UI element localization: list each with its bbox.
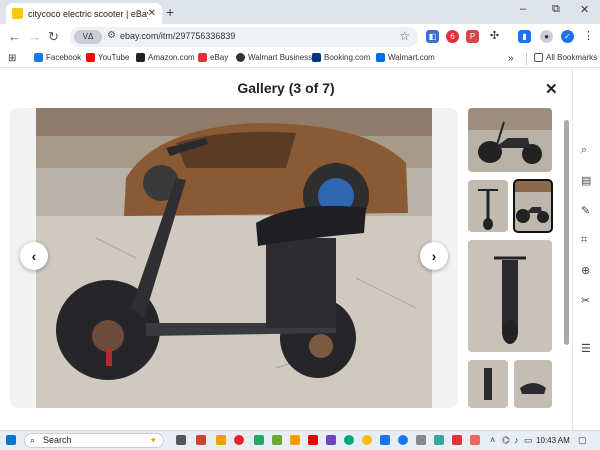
search-lens-icon[interactable]: ⌕	[581, 144, 587, 157]
minimize-button[interactable]: –	[520, 3, 526, 15]
app-icon-8[interactable]	[380, 435, 390, 445]
reading-list-icon[interactable]: ▤	[581, 174, 591, 187]
search-placeholder: Search	[43, 435, 72, 445]
volume-icon[interactable]: ♪	[514, 435, 519, 445]
battery-icon[interactable]: ▭	[524, 435, 533, 446]
app-icon-3[interactable]	[234, 435, 244, 445]
profile-avatar-icon[interactable]: ●	[540, 30, 553, 43]
ebay-icon	[198, 53, 207, 62]
app-icon-7[interactable]	[326, 435, 336, 445]
task-view-icon[interactable]	[176, 435, 186, 445]
app-icon-6[interactable]	[290, 435, 300, 445]
bookmark-youtube[interactable]: YouTube	[86, 53, 129, 62]
walmart-icon	[376, 53, 385, 62]
taskbar-clock[interactable]: 10:43 AM	[536, 436, 570, 445]
reload-button[interactable]: ↻	[48, 29, 59, 45]
tab-strip: citycoco electric scooter | eBay ✕ + – ⧉…	[0, 0, 600, 24]
taskbar-search[interactable]: ⌕ Search ✦	[24, 433, 164, 448]
app-icon-9[interactable]	[434, 435, 444, 445]
sidebar-toggle-icon[interactable]: ▮	[518, 30, 531, 43]
puzzle-extensions-icon[interactable]: ✣	[488, 30, 501, 43]
apps-grid-icon[interactable]: ⊞	[8, 53, 16, 64]
browser-toolbar: ← → ↻ VΔ ⚙ ebay.com/itm/297756336839 ☆ ◧…	[0, 24, 600, 50]
shield-icon[interactable]: ✓	[561, 30, 574, 43]
tray-chevron-icon[interactable]: ˄	[490, 435, 495, 445]
youtube-icon	[86, 53, 95, 62]
taskbar: ⌕ Search ✦ ˄ ⌬ ♪ ▭ 10:43 AM ▢	[0, 430, 600, 450]
bookmark-facebook[interactable]: Facebook	[34, 53, 81, 62]
amazon-icon	[136, 53, 145, 62]
bookmark-walmart-business[interactable]: Walmart Business	[236, 53, 312, 62]
bookmark-booking[interactable]: Booking.com	[312, 53, 370, 62]
window-close-button[interactable]: ✕	[580, 3, 589, 16]
new-tab-button[interactable]: +	[166, 4, 174, 20]
bookmarks-divider	[526, 53, 530, 65]
thumbnail-scrollbar[interactable]	[564, 108, 569, 408]
main-image-stage: ‹ ›	[10, 108, 458, 408]
side-panel: ⌕ ▤ ✎ ⌗ ⊕ ✂ ☰	[572, 68, 600, 430]
restore-button[interactable]: ⧉	[552, 3, 560, 16]
app-icon-1[interactable]	[196, 435, 206, 445]
thumbnail-5[interactable]	[468, 360, 508, 408]
gallery-close-button[interactable]: ✕	[545, 80, 558, 98]
gallery-title: Gallery (3 of 7)	[237, 80, 335, 96]
app-icon-2[interactable]	[216, 435, 226, 445]
scrollbar-thumb[interactable]	[564, 120, 569, 345]
windows-start-icon[interactable]	[6, 435, 16, 445]
thumbnail-4[interactable]	[468, 240, 552, 352]
walmart-business-icon	[236, 53, 245, 62]
next-image-button[interactable]: ›	[420, 242, 448, 270]
settings-taskbar-icon[interactable]	[416, 435, 426, 445]
scooter-photo[interactable]	[36, 108, 432, 408]
thumbnail-3[interactable]	[513, 179, 553, 233]
site-info-icon[interactable]: ⚙	[107, 30, 116, 41]
facebook-icon	[34, 53, 43, 62]
search-icon: ⌕	[30, 435, 36, 445]
booking-icon	[312, 53, 321, 62]
chrome-icon[interactable]	[362, 435, 372, 445]
tools-icon[interactable]: ✂	[581, 294, 590, 307]
extension-count-icon[interactable]: 6	[446, 30, 459, 43]
url-text[interactable]: ebay.com/itm/297756336839	[120, 31, 235, 41]
pinterest-extension-icon[interactable]: P	[466, 30, 479, 43]
folder-icon	[534, 53, 543, 62]
tab-title: citycoco electric scooter | eBay	[28, 8, 148, 19]
all-bookmarks-button[interactable]: All Bookmarks	[534, 53, 597, 62]
app-icon-11[interactable]	[470, 435, 480, 445]
thumbnail-strip	[468, 108, 560, 408]
app-icon-5[interactable]	[272, 435, 282, 445]
bookmark-star-icon[interactable]: ☆	[399, 29, 410, 43]
bookmark-walmart[interactable]: Walmart.com	[376, 53, 435, 62]
thumbnail-1[interactable]	[468, 108, 552, 172]
bookmark-amazon[interactable]: Amazon.com	[136, 53, 195, 62]
ebay-favicon-icon	[12, 8, 23, 19]
tag-icon[interactable]: ⌗	[581, 234, 587, 247]
bookmark-ebay[interactable]: eBay	[198, 53, 228, 62]
bookmarks-bar: ⊞ Facebook YouTube Amazon.com eBay Walma…	[0, 50, 600, 68]
customize-icon[interactable]: ☰	[581, 342, 591, 355]
prev-image-button[interactable]: ‹	[20, 242, 48, 270]
address-bar[interactable]: VΔ ⚙ ebay.com/itm/297756336839 ☆	[70, 27, 418, 47]
facebook-taskbar-icon[interactable]	[398, 435, 408, 445]
network-icon[interactable]: ⌬	[502, 435, 510, 446]
notifications-icon[interactable]: ▢	[578, 435, 587, 446]
tab-close-icon[interactable]: ✕	[148, 8, 156, 19]
gallery-modal: Gallery (3 of 7) ✕ ‹ ›	[0, 68, 600, 430]
forward-button[interactable]: →	[28, 29, 41, 44]
site-chip[interactable]: VΔ	[74, 30, 102, 44]
thumbnail-6[interactable]	[514, 360, 552, 408]
edit-note-icon[interactable]: ✎	[581, 204, 590, 217]
tab-ebay[interactable]: citycoco electric scooter | eBay ✕	[6, 3, 162, 24]
gamepad-icon[interactable]: ⊕	[581, 264, 590, 277]
extension-badge-icon[interactable]: ◧	[426, 30, 439, 43]
back-button[interactable]: ←	[8, 29, 21, 44]
app-icon-10[interactable]	[452, 435, 462, 445]
youtube-taskbar-icon[interactable]	[308, 435, 318, 445]
thumbnail-2[interactable]	[468, 180, 508, 232]
menu-kebab-icon[interactable]: ⋮	[582, 30, 595, 43]
bookmarks-overflow-button[interactable]: »	[508, 53, 514, 64]
app-icon-4[interactable]	[254, 435, 264, 445]
edge-icon[interactable]	[344, 435, 354, 445]
sparkle-icon: ✦	[149, 435, 157, 445]
